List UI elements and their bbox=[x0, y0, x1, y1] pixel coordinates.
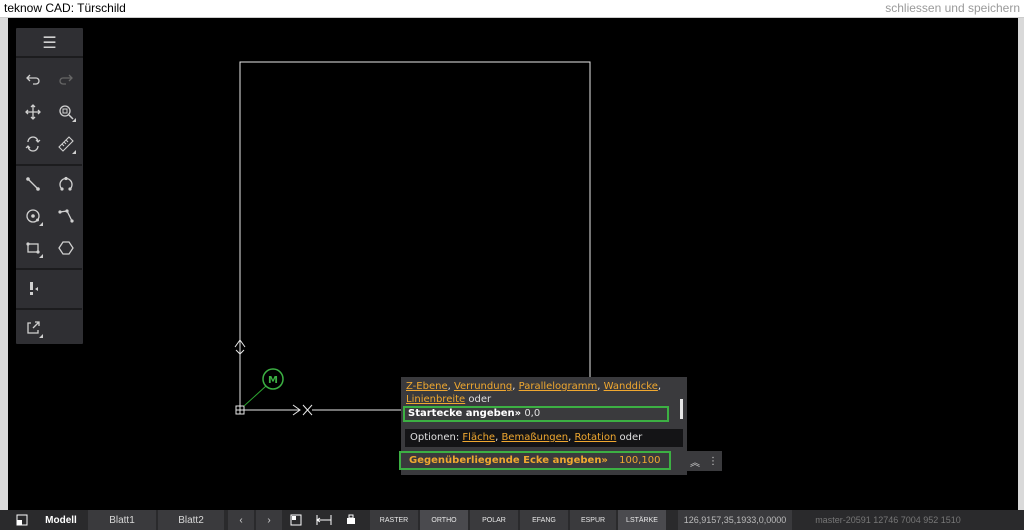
toggle-raster[interactable]: RASTER bbox=[370, 510, 418, 530]
redo-icon bbox=[58, 74, 73, 85]
history-scrollbar[interactable] bbox=[680, 399, 683, 419]
empty-slot bbox=[49, 272, 82, 304]
rotate-icon bbox=[25, 136, 40, 152]
circle-button[interactable] bbox=[16, 200, 49, 232]
arc-icon bbox=[58, 176, 73, 191]
print-button[interactable] bbox=[340, 510, 362, 530]
start-prompt: Startecke angeben» bbox=[408, 408, 522, 419]
option-z-ebene[interactable]: Z-Ebene bbox=[406, 381, 448, 392]
option-parallelogramm[interactable]: Parallelogramm bbox=[519, 381, 598, 392]
undo-icon bbox=[25, 74, 40, 85]
print-icon bbox=[347, 514, 355, 524]
polyline-button[interactable] bbox=[49, 200, 82, 232]
layout-toggle-icon[interactable] bbox=[12, 510, 32, 530]
zoom-button[interactable] bbox=[49, 96, 82, 128]
command-side-buttons: ︽ ⋮ bbox=[686, 451, 722, 471]
history-oder: oder bbox=[468, 394, 492, 405]
toggle-espur[interactable]: ESPUR bbox=[570, 510, 616, 530]
flyout-indicator-icon bbox=[39, 254, 43, 258]
flyout-indicator-icon bbox=[39, 222, 43, 226]
rectangle-button[interactable] bbox=[16, 232, 49, 264]
command-history: Z-Ebene, Verrundung, Parallelogramm, Wan… bbox=[406, 381, 662, 405]
dimension-icon bbox=[316, 515, 332, 525]
pan-button[interactable] bbox=[16, 96, 49, 128]
options-suffix: oder bbox=[619, 432, 643, 443]
option-bemassungen[interactable]: Bemaßungen bbox=[501, 432, 568, 443]
option-linienbreite[interactable]: Linienbreite bbox=[406, 394, 465, 405]
line-button[interactable] bbox=[16, 168, 49, 200]
drawn-rectangle[interactable] bbox=[239, 61, 591, 410]
title-bar: teknow CAD: Türschild schliessen und spe… bbox=[0, 0, 1024, 18]
hamburger-icon[interactable]: ☰ bbox=[16, 28, 83, 58]
tab-next-button[interactable]: › bbox=[256, 510, 282, 530]
orbit-button[interactable] bbox=[16, 128, 49, 160]
window-title: teknow CAD: Türschild bbox=[4, 1, 126, 15]
redo-button[interactable] bbox=[49, 64, 82, 96]
empty-slot bbox=[49, 312, 82, 344]
more-options-icon[interactable]: ⋮ bbox=[704, 451, 722, 471]
options-prefix: Optionen: bbox=[410, 432, 460, 443]
input-value[interactable]: 100,100 bbox=[619, 455, 660, 466]
tab-prev-button[interactable]: ‹ bbox=[228, 510, 254, 530]
option-wanddicke[interactable]: Wanddicke bbox=[604, 381, 658, 392]
status-bar: Modell Blatt1 Blatt2 ‹ › RASTER ORTHO PO… bbox=[0, 510, 1024, 530]
marker-leader bbox=[243, 385, 267, 407]
layout-icon bbox=[16, 514, 28, 526]
command-input[interactable]: Gegenüberliegende Ecke angeben» 100,100 bbox=[399, 451, 671, 470]
move-icon bbox=[24, 104, 41, 120]
start-corner-line: Startecke angeben» 0,0 bbox=[403, 406, 669, 422]
close-and-save-link[interactable]: schliessen und speichern bbox=[885, 1, 1020, 15]
warning-icon bbox=[29, 282, 38, 295]
marker-label: M bbox=[268, 375, 278, 386]
polyline-icon bbox=[57, 209, 74, 223]
toggle-ortho[interactable]: ORTHO bbox=[420, 510, 468, 530]
flyout-indicator-icon bbox=[72, 118, 76, 122]
option-rotation[interactable]: Rotation bbox=[575, 432, 617, 443]
option-verrundung[interactable]: Verrundung bbox=[454, 381, 512, 392]
tab-blatt2[interactable]: Blatt2 bbox=[158, 510, 224, 530]
measure-button[interactable] bbox=[49, 128, 82, 160]
hexagon-icon bbox=[57, 241, 74, 255]
undo-button[interactable] bbox=[16, 64, 49, 96]
input-prompt: Gegenüberliegende Ecke angeben» bbox=[409, 455, 608, 466]
layout-settings-icon bbox=[290, 514, 302, 526]
version-label: master-20591 12746 7004 952 1510 bbox=[815, 515, 961, 525]
tab-modell[interactable]: Modell bbox=[38, 510, 84, 530]
line-icon bbox=[25, 177, 40, 191]
options-line: Optionen: Fläche, Bemaßungen, Rotation o… bbox=[405, 429, 683, 447]
toggle-polar[interactable]: POLAR bbox=[470, 510, 518, 530]
tab-blatt1[interactable]: Blatt1 bbox=[88, 510, 156, 530]
collapse-icon[interactable]: ︽ bbox=[686, 451, 704, 471]
toggle-efang[interactable]: EFANG bbox=[520, 510, 568, 530]
flyout-indicator-icon bbox=[39, 334, 43, 338]
left-toolbar: ☰ bbox=[16, 28, 83, 344]
error-check-button[interactable] bbox=[16, 272, 49, 304]
polygon-button[interactable] bbox=[49, 232, 82, 264]
toggle-lstaerke[interactable]: LSTÄRKE bbox=[618, 510, 666, 530]
start-value: 0,0 bbox=[524, 408, 541, 419]
flyout-indicator-icon bbox=[72, 150, 76, 154]
option-flaeche[interactable]: Fläche bbox=[462, 432, 495, 443]
coordinate-readout: 126,9157,35,1933,0,0000 bbox=[678, 510, 792, 530]
layout-settings-button[interactable] bbox=[286, 510, 306, 530]
dimension-button[interactable] bbox=[312, 510, 336, 530]
export-button[interactable] bbox=[16, 312, 49, 344]
arc-button[interactable] bbox=[49, 168, 82, 200]
